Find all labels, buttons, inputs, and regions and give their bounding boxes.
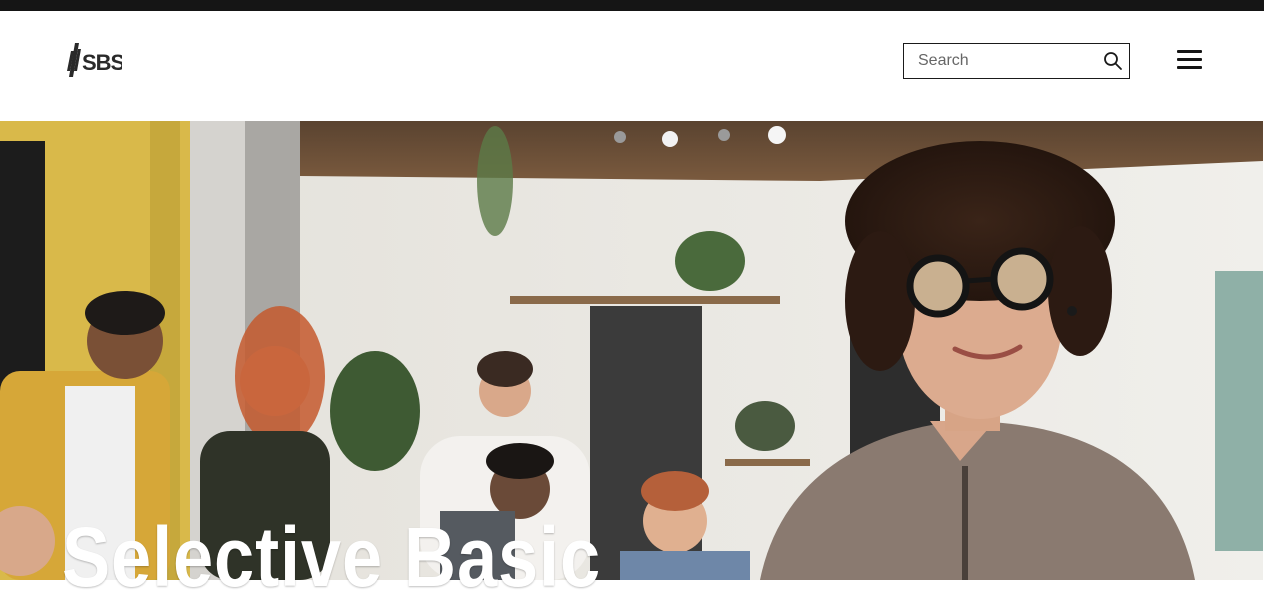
top-accent-bar [0, 0, 1264, 11]
search-icon[interactable] [1103, 51, 1123, 71]
svg-text:SBS: SBS [82, 50, 122, 75]
hamburger-menu-icon[interactable] [1176, 48, 1204, 72]
sbs-logo[interactable]: SBS [66, 41, 126, 79]
search-box [903, 43, 1130, 79]
search-input[interactable] [904, 44, 1108, 78]
hero-title: Selective Basic [62, 510, 602, 604]
sbs-logo-icon: SBS [67, 43, 126, 77]
